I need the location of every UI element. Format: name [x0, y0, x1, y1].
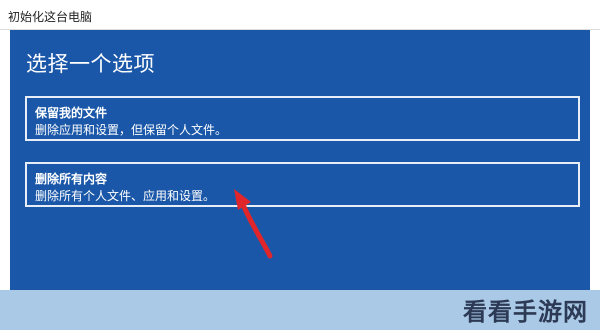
window-titlebar: 初始化这台电脑	[0, 0, 600, 30]
screen: 初始化这台电脑 选择一个选项 保留我的文件 删除应用和设置，但保留个人文件。 删…	[0, 0, 600, 330]
option-title: 保留我的文件	[35, 106, 108, 120]
reset-pc-dialog: 选择一个选项 保留我的文件 删除应用和设置，但保留个人文件。 删除所有内容 删除…	[10, 30, 590, 290]
window-title: 初始化这台电脑	[8, 10, 93, 24]
watermark: 看看手游网	[463, 298, 588, 326]
option-description: 删除应用和设置，但保留个人文件。	[35, 123, 228, 137]
option-description: 删除所有个人文件、应用和设置。	[35, 189, 216, 203]
option-remove-everything[interactable]: 删除所有内容 删除所有个人文件、应用和设置。	[25, 162, 580, 207]
option-keep-my-files[interactable]: 保留我的文件 删除应用和设置，但保留个人文件。	[25, 96, 580, 141]
option-title: 删除所有内容	[35, 172, 108, 186]
dialog-heading: 选择一个选项	[26, 52, 155, 76]
